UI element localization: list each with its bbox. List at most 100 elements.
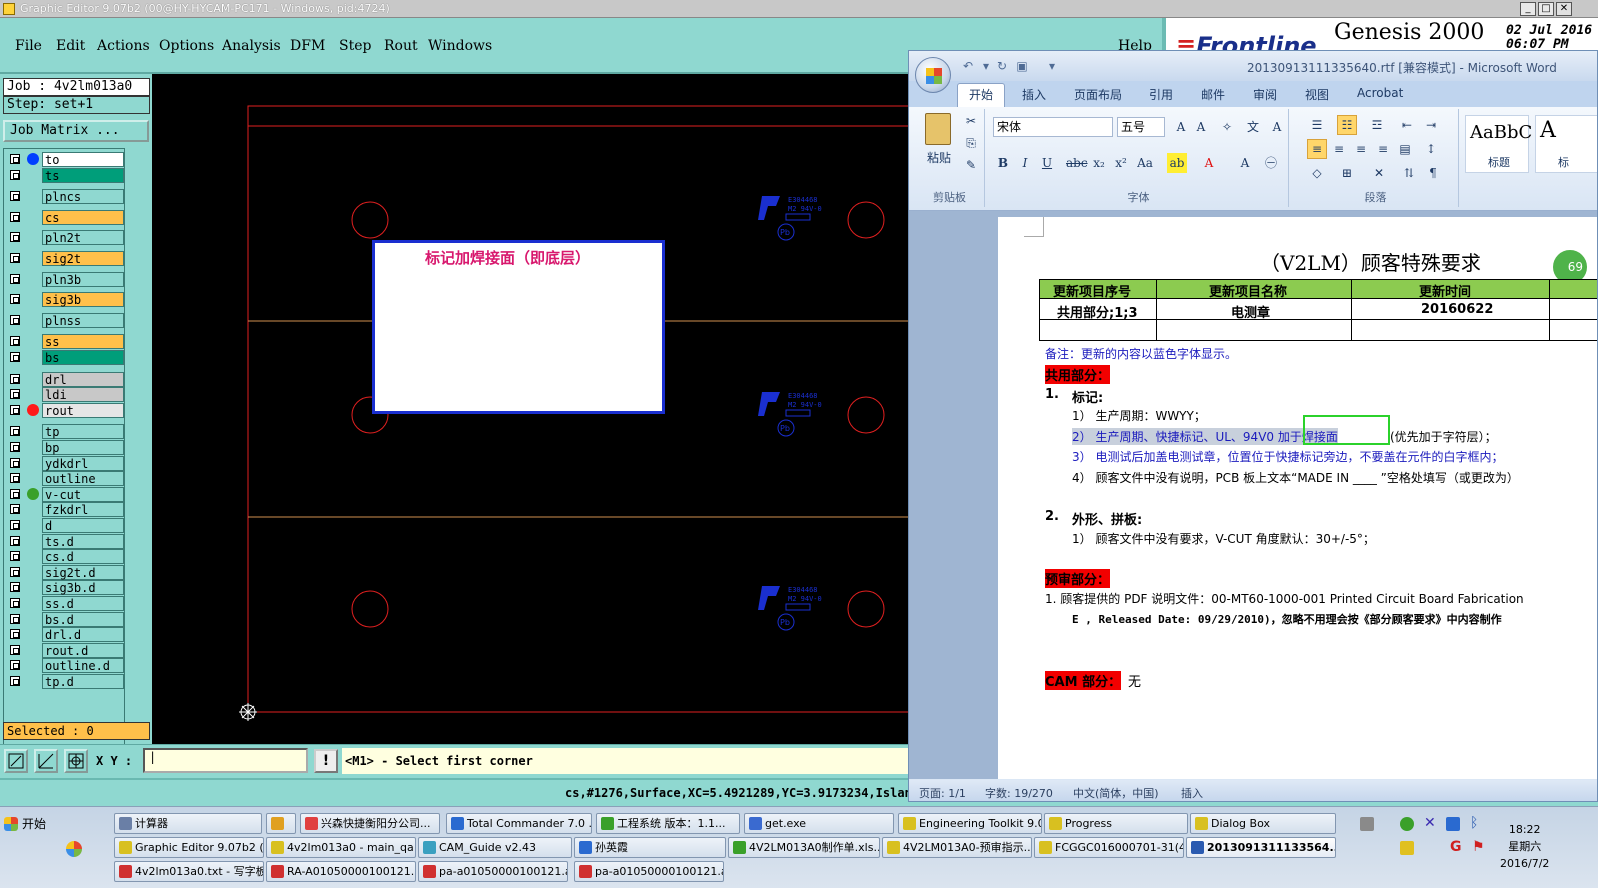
layer-name[interactable]: bs	[42, 350, 124, 365]
layer-name[interactable]: to	[42, 152, 124, 167]
minimize-button[interactable]: _	[1520, 2, 1536, 16]
task-button[interactable]: 4v2lm013a0 - main_qa	[266, 837, 416, 858]
close-button[interactable]: ✕	[1556, 2, 1572, 16]
layer-row-plncs[interactable]: plncs	[6, 189, 126, 205]
layer-checkbox[interactable]	[10, 520, 20, 530]
highlight-icon[interactable]: ab	[1167, 153, 1187, 173]
layer-row-ts[interactable]: ts	[6, 167, 126, 183]
xy-coordinate-input[interactable]: |	[143, 748, 308, 773]
graphic-canvas[interactable]: E304468 M2 94V-0 Pb E304468 M2 94V-0 Pb …	[152, 74, 908, 744]
layer-row-drl[interactable]: drl	[6, 371, 126, 387]
multilevel-list-icon[interactable]: ☲	[1367, 115, 1387, 135]
char-shading-icon[interactable]: A	[1235, 153, 1255, 173]
layer-row-ldi[interactable]: ldi	[6, 387, 126, 403]
copy-icon[interactable]: ⎘	[961, 133, 981, 153]
layer-name[interactable]: pln3b	[42, 271, 124, 287]
layer-checkbox[interactable]	[10, 426, 20, 437]
layer-row-fzkdrl[interactable]: fzkdrl	[6, 502, 126, 518]
paste-icon[interactable]	[925, 113, 951, 145]
layer-row-rout[interactable]: rout	[6, 402, 126, 418]
customize-quick-access-icon[interactable]: ▾	[1045, 59, 1059, 73]
menu-step[interactable]: Step	[339, 38, 371, 54]
layer-row-v-cut[interactable]: v-cut	[6, 486, 126, 502]
layer-name[interactable]: cs.d	[42, 549, 124, 565]
menu-options[interactable]: Options	[159, 38, 214, 54]
tray-icon-shield[interactable]	[1400, 841, 1414, 855]
layer-checkbox[interactable]	[10, 582, 20, 593]
menu-rout[interactable]: Rout	[384, 38, 418, 54]
measure-icon[interactable]	[34, 749, 58, 773]
layer-checkbox[interactable]	[10, 154, 20, 164]
numbering-icon[interactable]: ☷	[1337, 115, 1357, 135]
layer-row-to[interactable]: to	[6, 152, 126, 167]
layer-checkbox[interactable]	[10, 169, 20, 180]
status-words[interactable]: 字数: 19/270	[985, 785, 1053, 801]
italic-icon[interactable]: I	[1015, 153, 1035, 173]
task-button[interactable]: RA-A01050000100121...	[266, 861, 416, 882]
layer-checkbox[interactable]	[10, 294, 20, 305]
status-insert-mode[interactable]: 插入	[1181, 785, 1203, 801]
layer-checkbox[interactable]	[10, 352, 20, 362]
task-button[interactable]: 4v2lm013a0.txt - 写字板	[114, 861, 264, 882]
bluetooth-icon[interactable]: ᛒ	[1470, 815, 1478, 831]
task-button[interactable]	[266, 813, 296, 834]
char-border-icon[interactable]: A	[1267, 117, 1287, 137]
bold-icon[interactable]: B	[993, 153, 1013, 173]
save-icon[interactable]: ▣	[1015, 59, 1029, 73]
layer-name[interactable]: outline	[42, 471, 124, 487]
layer-checkbox[interactable]	[10, 535, 20, 546]
tab-view[interactable]: 视图	[1305, 86, 1329, 103]
layer-name[interactable]: drl	[42, 371, 124, 387]
grow-font-icon[interactable]: A	[1171, 117, 1191, 137]
menu-analysis[interactable]: Analysis	[222, 38, 281, 54]
layer-row-bs-d[interactable]: bs.d	[6, 611, 126, 627]
layer-row-cs[interactable]: cs	[6, 209, 126, 225]
task-button[interactable]: Engineering Toolkit 9.0...	[898, 813, 1042, 834]
tray-icon-blue[interactable]	[1446, 817, 1460, 831]
layer-checkbox[interactable]	[10, 404, 20, 415]
shrink-font-icon[interactable]: A	[1191, 117, 1211, 137]
layer-row-ss-d[interactable]: ss.d	[6, 596, 126, 611]
layer-row-cs-d[interactable]: cs.d	[6, 549, 126, 565]
quick-dropdown-icon[interactable]: ▾	[979, 59, 993, 73]
layer-name[interactable]: sig2t	[42, 251, 124, 266]
job-matrix-button[interactable]: Job Matrix ...	[3, 120, 149, 142]
task-button[interactable]: CAM_Guide v2.43	[418, 837, 572, 858]
tab-page-layout[interactable]: 页面布局	[1074, 86, 1122, 103]
layer-checkbox[interactable]	[10, 211, 20, 222]
layer-checkbox[interactable]	[10, 273, 20, 284]
layer-row-tp-d[interactable]: tp.d	[6, 674, 126, 689]
layer-row-plnss[interactable]: plnss	[6, 312, 126, 328]
layer-row-bp[interactable]: bp	[6, 440, 126, 455]
layer-checkbox[interactable]	[10, 613, 20, 624]
layer-row-sig2t-d[interactable]: sig2t.d	[6, 564, 126, 580]
layer-row-ydkdrl[interactable]: ydkdrl	[6, 455, 126, 471]
layer-row-outline-d[interactable]: outline.d	[6, 658, 126, 674]
task-button[interactable]: get.exe	[744, 813, 894, 834]
paste-button[interactable]: 粘贴	[927, 149, 951, 166]
layer-checkbox[interactable]	[10, 598, 20, 608]
tab-references[interactable]: 引用	[1149, 86, 1173, 103]
task-button[interactable]: Progress	[1044, 813, 1188, 834]
menu-actions[interactable]: Actions	[97, 38, 150, 54]
layer-name[interactable]: ydkdrl	[42, 455, 124, 471]
layer-name[interactable]: fzkdrl	[42, 502, 124, 518]
task-button[interactable]: pa-a01050000100121.a...	[418, 861, 568, 882]
tray-clock[interactable]: 18:22 星期六 2016/7/2	[1500, 821, 1549, 872]
underline-icon[interactable]: U	[1037, 153, 1057, 173]
menu-dfm[interactable]: DFM	[290, 38, 325, 54]
layer-name[interactable]: outline.d	[42, 658, 124, 674]
layer-name[interactable]: ss	[42, 334, 124, 350]
align-center-icon[interactable]: ≡	[1329, 139, 1349, 159]
layer-row-sig2t[interactable]: sig2t	[6, 251, 126, 266]
layer-row-tp[interactable]: tp	[6, 424, 126, 440]
layer-checkbox[interactable]	[10, 314, 20, 325]
layer-row-rout-d[interactable]: rout.d	[6, 642, 126, 658]
task-button[interactable]: Graphic Editor 9.07b2 (...	[114, 837, 264, 858]
layer-row-bs[interactable]: bs	[6, 350, 126, 365]
office-button[interactable]	[915, 57, 951, 93]
layer-checkbox[interactable]	[10, 566, 20, 577]
borders-icon[interactable]: ⊞	[1337, 163, 1357, 183]
font-color-icon[interactable]: A	[1199, 153, 1219, 173]
enclose-char-icon[interactable]: ㊀	[1261, 153, 1281, 173]
